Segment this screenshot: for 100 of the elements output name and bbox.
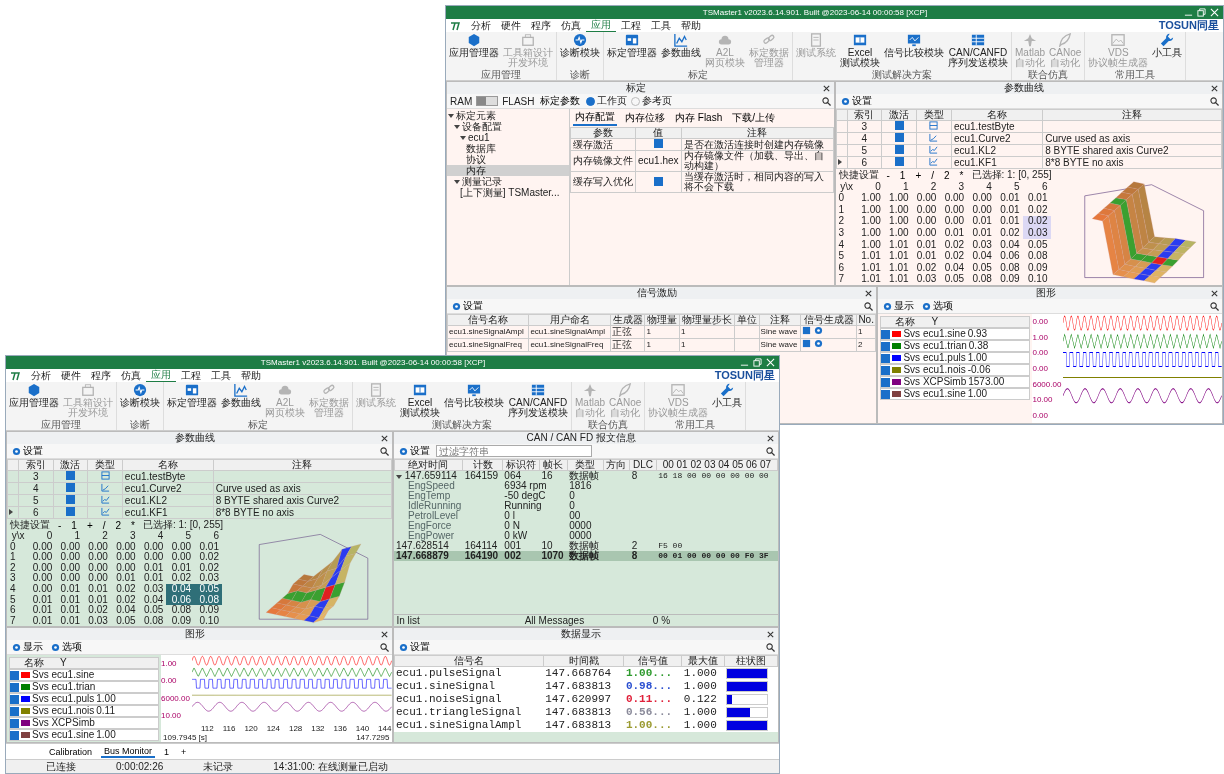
ribbon-button[interactable]: CAN/CANFD 序列发送模块 [946, 32, 1010, 69]
operation-button[interactable]: - [56, 519, 64, 531]
caret-icon[interactable] [460, 135, 466, 140]
table-cell[interactable]: 0.00 [110, 541, 139, 553]
menu-item[interactable]: 硬件 [496, 19, 526, 32]
menu-item[interactable]: 帮助 [236, 369, 266, 382]
table-cell[interactable]: 0.05 [939, 273, 968, 285]
table-cell[interactable]: 0.06 [994, 250, 1023, 262]
table-cell[interactable]: 0.00 [911, 227, 940, 239]
table-row[interactable]: 147.628514 164114 001 10 数据帧 2 F5 00 [394, 541, 778, 551]
operation-button[interactable]: + [913, 169, 924, 181]
menu-item[interactable]: 工具 [646, 19, 676, 32]
restore-icon[interactable] [753, 358, 762, 367]
operation-button[interactable]: * [129, 519, 137, 531]
checkbox[interactable] [65, 495, 75, 504]
table-cell[interactable]: 0.01 [994, 204, 1023, 216]
table-cell[interactable]: 0.00 [83, 552, 111, 563]
ribbon-button[interactable]: 小工具 [1150, 32, 1185, 69]
menu-item[interactable]: 分析 [26, 369, 56, 382]
checkbox[interactable] [894, 121, 904, 130]
table-row[interactable]: 147.659114 164159 064 16 数据帧 8 16 18 00 00 00 00 00 00 [394, 470, 778, 481]
menu-item[interactable]: 仿真 [116, 369, 146, 382]
table-cell[interactable]: 0.02 [194, 552, 222, 563]
table-cell[interactable]: 0.01 [55, 615, 84, 626]
settings-dropdown[interactable]: 设置 [10, 444, 45, 458]
tree-item[interactable]: 内存 [447, 165, 569, 176]
table-cell[interactable]: 1.01 [883, 261, 912, 274]
table-cell[interactable]: 0.01 [911, 250, 940, 262]
table-cell[interactable]: 0.02 [911, 261, 940, 274]
checkbox[interactable] [653, 176, 663, 186]
filter-field[interactable]: 过滤字符串 [435, 445, 592, 457]
table-cell[interactable]: 0.03 [911, 273, 940, 285]
checkbox[interactable] [10, 694, 19, 704]
checkbox[interactable] [881, 341, 891, 351]
close-icon[interactable] [1210, 83, 1219, 93]
table-cell[interactable]: 1.01 [883, 250, 912, 262]
tab[interactable]: 下载/上传 [730, 110, 777, 126]
menu-item[interactable]: 硬件 [56, 369, 86, 382]
table-cell[interactable]: 0.02 [1022, 215, 1051, 228]
table-cell[interactable]: 0.00 [83, 562, 111, 574]
table-row[interactable]: 147.668879 164190 002 1070 数据帧 8 00 01 00 00 00 00 F0 3F [394, 551, 778, 561]
caret-icon[interactable] [454, 124, 460, 129]
checkbox[interactable] [881, 353, 891, 363]
table-cell[interactable]: 0.02 [166, 573, 195, 584]
checkbox[interactable] [894, 133, 904, 142]
search-icon[interactable] [864, 301, 874, 311]
caret-icon[interactable] [448, 113, 454, 118]
table-cell[interactable]: 0.01 [138, 562, 167, 574]
checkbox[interactable] [65, 507, 75, 516]
table-cell[interactable]: 0.03 [83, 615, 111, 626]
table-cell[interactable]: 1.00 [883, 204, 912, 216]
operation-button[interactable]: - [884, 169, 892, 181]
caret-icon[interactable] [396, 475, 402, 479]
radio-button[interactable] [586, 96, 596, 106]
table-cell[interactable]: 1.00 [856, 192, 884, 205]
table-cell[interactable]: 0.08 [1022, 250, 1051, 262]
toolbar-dropdown[interactable]: 选项 [49, 640, 84, 654]
table-cell[interactable]: 0.08 [194, 594, 222, 605]
ribbon-button[interactable]: 信号比较模块 [442, 382, 506, 419]
document-tab[interactable]: 1 [161, 746, 173, 757]
table-cell[interactable]: 0.00 [55, 541, 84, 553]
table-cell[interactable]: 0.01 [83, 594, 111, 605]
table-cell[interactable]: 0.04 [110, 604, 139, 616]
table-cell[interactable]: 0.08 [967, 273, 995, 285]
operation-button[interactable]: / [100, 519, 108, 531]
tree-item[interactable]: ecu1 [447, 132, 569, 143]
table-cell[interactable]: 0.00 [110, 562, 139, 574]
table-cell[interactable]: 0.00 [939, 215, 968, 228]
table-cell[interactable]: 1.00 [856, 215, 884, 228]
toggle-switch[interactable] [476, 96, 499, 106]
table-cell[interactable]: 0.09 [994, 273, 1023, 285]
ribbon-button[interactable]: 标定管理器 [605, 32, 659, 69]
document-tab[interactable]: Bus Monitor [101, 745, 156, 758]
table-cell[interactable]: 0.02 [1022, 204, 1051, 216]
settings-dropdown[interactable]: 设置 [396, 640, 432, 654]
table-cell[interactable]: 0.00 [27, 562, 56, 574]
settings-dropdown[interactable]: 设置 [396, 444, 432, 458]
checkbox[interactable] [881, 329, 891, 339]
restore-icon[interactable] [1197, 8, 1206, 17]
radio-option[interactable]: 工作页 [586, 94, 628, 108]
table-cell[interactable]: 0.08 [994, 261, 1023, 274]
square-icon[interactable] [802, 339, 812, 348]
table-cell[interactable]: 0.00 [110, 552, 139, 563]
table-cell[interactable]: 1.01 [883, 273, 912, 285]
ribbon-button[interactable]: Excel 测试模块 [398, 382, 442, 419]
table-cell[interactable]: 1.00 [856, 227, 884, 239]
table-cell[interactable]: 0.02 [83, 604, 111, 616]
table-cell[interactable]: 0.01 [967, 215, 995, 228]
checkbox[interactable] [10, 670, 19, 680]
table-cell[interactable]: 0.01 [911, 238, 940, 251]
search-icon[interactable] [766, 642, 775, 652]
table-cell[interactable]: 0.03 [194, 573, 222, 584]
table-cell[interactable]: 0.01 [138, 573, 167, 584]
square-icon[interactable] [802, 326, 812, 335]
menu-item[interactable]: 工程 [176, 369, 206, 382]
close-icon[interactable] [379, 433, 389, 443]
tree-item[interactable]: [上下测量] TSMaster... [447, 187, 569, 198]
table-cell[interactable]: 1.01 [883, 238, 912, 251]
table-cell[interactable]: 0.00 [911, 215, 940, 228]
checkbox[interactable] [10, 682, 19, 692]
